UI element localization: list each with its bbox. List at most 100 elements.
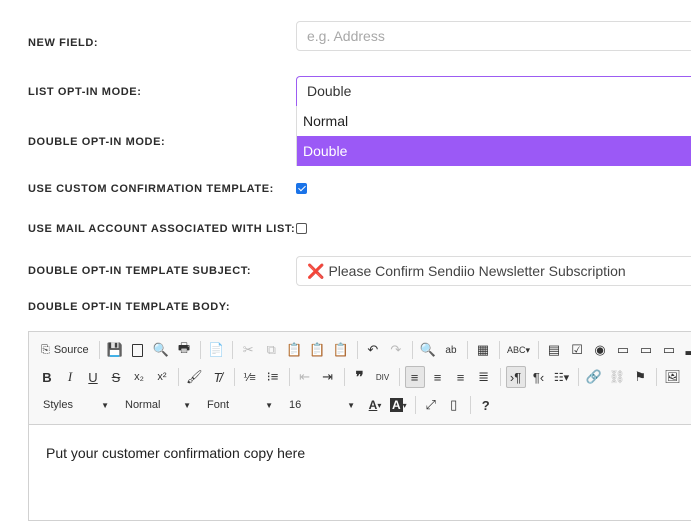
templates-icon[interactable]: 📄 [206,339,226,361]
image-icon[interactable]: 🖼 [662,366,683,388]
italic-icon[interactable]: I [60,366,80,388]
toolbar-row-3: Styles ▼ Normal ▼ Font ▼ 16 ▼ A ▾ A ▾ ⤢ ▯ … [37,392,499,418]
subscript-icon[interactable]: x₂ [129,366,149,388]
numbered-list-icon[interactable]: ⅟≡ [240,366,260,388]
replace-icon[interactable]: ab [441,339,461,361]
copy-icon[interactable]: ⧉ [261,339,281,361]
flash-icon[interactable]: ◐ [686,366,691,388]
use-custom-template-label: USE CUSTOM CONFIRMATION TEMPLATE: [28,183,274,195]
separator [178,368,179,386]
form-icon[interactable]: ▤ [544,339,564,361]
undo-icon[interactable]: ↶ [363,339,383,361]
show-blocks-icon[interactable]: ▯ [444,394,464,416]
paste-icon[interactable]: 📋 [284,339,304,361]
list-optin-mode-select[interactable]: Double [296,76,691,106]
toolbar-row-1: ⎘ Source 💾 🔍 🖶 📄 ✂ ⧉ 📋 📋 📋 ↶ ↷ 🔍 ab ▦ AB… [37,337,691,363]
new-field-input[interactable]: e.g. Address [296,21,691,51]
remove-format-icon[interactable]: T̸ [208,366,228,388]
separator [398,368,400,386]
bg-color-icon[interactable]: A ▾ [388,394,409,416]
select-field-icon[interactable]: ▭ [659,339,679,361]
align-left-icon[interactable]: ≡ [404,366,425,388]
div-icon[interactable]: DIV [373,366,393,388]
template-subject-label: DOUBLE OPT-IN TEMPLATE SUBJECT: [28,265,252,277]
separator [414,396,416,414]
find-icon[interactable]: 🔍 [418,339,438,361]
ltr-icon[interactable]: ›¶ [505,366,526,388]
paste-word-icon[interactable]: 📋 [331,339,351,361]
font-label: Font [207,399,230,411]
template-subject-value: Please Confirm Sendiio Newsletter Subscr… [328,263,626,279]
anchor-icon[interactable]: ⚑ [630,366,650,388]
source-icon: ⎘ [41,343,50,356]
option-normal[interactable]: Normal [297,106,691,136]
chevron-down-icon: ▼ [347,400,355,410]
save-icon[interactable]: 💾 [105,339,125,361]
separator [343,368,345,386]
separator [356,341,358,359]
list-optin-mode-label: LIST OPT-IN MODE: [28,86,142,98]
checkbox-icon[interactable]: ☑ [567,339,587,361]
format-dropdown[interactable]: Normal ▼ [119,395,195,415]
strikethrough-icon[interactable]: S [106,366,126,388]
preview-icon[interactable]: 🔍 [151,339,171,361]
indent-icon[interactable]: ⇥ [318,366,338,388]
separator [577,368,579,386]
separator [200,341,202,359]
align-center-icon[interactable]: ≡ [428,366,448,388]
radio-icon[interactable]: ◉ [590,339,610,361]
toolbar-row-2: B I U S x₂ x² 🖌 T̸ ⅟≡ ⁝≡ ⇤ ⇥ ❞ DIV ≡ ≡ ≡… [37,364,691,390]
source-button[interactable]: ⎘ Source [37,339,93,361]
chevron-down-icon: ▼ [265,400,273,410]
styles-dropdown[interactable]: Styles ▼ [37,395,113,415]
spellcheck-icon[interactable]: ABC▾ [505,339,532,361]
textfield-icon[interactable]: ▭ [613,339,633,361]
editor-content[interactable]: Put your customer confirmation copy here [29,425,691,481]
use-custom-template-checkbox[interactable] [296,183,307,194]
underline-icon[interactable]: U [83,366,103,388]
source-label: Source [53,344,89,356]
font-dropdown[interactable]: Font ▼ [201,395,277,415]
separator [499,368,501,386]
new-page-icon[interactable] [128,339,148,361]
paste-text-icon[interactable]: 📋 [307,339,327,361]
superscript-icon[interactable]: x² [152,366,172,388]
blockquote-icon[interactable]: ❞ [350,366,370,388]
redo-icon[interactable]: ↷ [386,339,406,361]
language-icon[interactable]: ☷▾ [552,366,572,388]
bold-icon[interactable]: B [37,366,57,388]
list-optin-mode-dropdown: Normal Double [296,106,691,166]
format-label: Normal [125,399,161,411]
chevron-down-icon: ▼ [183,400,191,410]
copy-format-icon[interactable]: 🖌 [184,366,205,388]
outdent-icon[interactable]: ⇤ [295,366,315,388]
use-mail-account-label: USE MAIL ACCOUNT ASSOCIATED WITH LIST: [28,223,296,235]
unlink-icon[interactable]: ⛓ [607,366,628,388]
help-icon[interactable]: ? [476,394,496,416]
maximize-icon[interactable]: ⤢ [421,394,441,416]
bulleted-list-icon[interactable]: ⁝≡ [263,366,283,388]
align-justify-icon[interactable]: ≣ [474,366,494,388]
template-subject-input[interactable]: ❌ Please Confirm Sendiio Newsletter Subsc… [296,256,691,286]
separator [288,368,290,386]
new-field-label: NEW FIELD: [28,37,99,49]
separator [498,341,500,359]
select-all-icon[interactable]: ▦ [473,339,493,361]
new-field-placeholder: e.g. Address [307,28,385,44]
size-dropdown[interactable]: 16 ▼ [283,395,359,415]
textarea-icon[interactable]: ▭ [636,339,656,361]
separator [98,341,100,359]
link-icon[interactable]: 🔗 [584,366,604,388]
use-mail-account-checkbox[interactable] [296,223,307,234]
cross-icon: ❌ [307,263,325,279]
rtl-icon[interactable]: ¶‹ [529,366,549,388]
text-color-icon[interactable]: A ▾ [365,394,385,416]
button-field-icon[interactable]: ▬ [682,339,691,361]
align-right-icon[interactable]: ≡ [451,366,471,388]
template-body-label: DOUBLE OPT-IN TEMPLATE BODY: [28,301,231,313]
option-double[interactable]: Double [297,136,691,166]
cut-icon[interactable]: ✂ [238,339,258,361]
print-icon[interactable]: 🖶 [174,339,194,361]
styles-label: Styles [43,399,73,411]
chevron-down-icon: ▼ [101,400,109,410]
